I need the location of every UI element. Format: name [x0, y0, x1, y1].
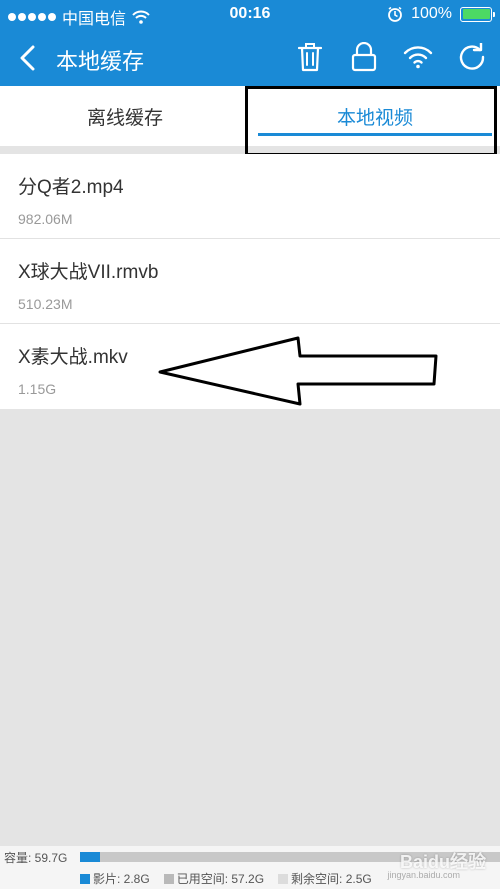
watermark-url: jingyan.baidu.com: [387, 870, 460, 880]
status-right: 100%: [387, 5, 495, 23]
wifi-transfer-button[interactable]: [402, 40, 434, 74]
file-name: 分Q者2.mp4: [18, 177, 124, 198]
legend-label: 已用空间: 57.2G: [176, 872, 265, 886]
refresh-button[interactable]: [456, 40, 488, 74]
wifi-icon: [403, 46, 433, 69]
legend-item-used: 已用空间: 57.2G: [163, 870, 265, 887]
legend-item-free: 剩余空间: 2.5G: [278, 870, 372, 887]
list-item[interactable]: X素大战.mkv 1.15G: [0, 324, 500, 409]
legend-swatch: [80, 873, 90, 884]
storage-panel: 容量: 59.7G 影片: 2.8G 已用空间: 57.2G 剩余空间: 2.5…: [0, 846, 500, 889]
tab-label: 本地视频: [336, 107, 413, 129]
list-item[interactable]: 分Q者2.mp4 982.06M: [0, 154, 500, 239]
tab-active-indicator: [258, 133, 492, 136]
status-bar: 中国电信 00:16 100%: [0, 0, 500, 30]
lock-button[interactable]: [348, 40, 380, 74]
file-size: 510.23M: [18, 296, 73, 312]
tab-local-video[interactable]: 本地视频: [250, 86, 500, 146]
battery-fill: [462, 9, 490, 19]
tab-offline-cache[interactable]: 离线缓存: [0, 86, 250, 146]
file-name: X球大战VII.rmvb: [18, 262, 159, 283]
back-button[interactable]: [12, 42, 42, 74]
storage-capacity-row: 容量: 59.7G: [4, 849, 80, 866]
app-screen: 中国电信 00:16 100% 本地缓存 离线缓存 本地视频 分Q者2.mp4 …: [0, 0, 500, 889]
tab-label: 离线缓存: [86, 107, 163, 129]
trash-icon: [298, 43, 322, 72]
battery-percent: 100%: [411, 5, 452, 22]
legend-item-movies: 影片: 2.8G: [80, 870, 150, 887]
page-title: 本地缓存: [56, 49, 145, 74]
delete-button[interactable]: [294, 40, 326, 74]
file-name: X素大战.mkv: [18, 347, 128, 368]
legend-swatch: [163, 873, 174, 884]
battery-icon: [460, 6, 495, 22]
file-list: 分Q者2.mp4 982.06M X球大战VII.rmvb 510.23M X素…: [0, 154, 500, 409]
nav-actions: [294, 40, 488, 74]
alarm-icon: [388, 6, 402, 22]
chevron-left-icon: [20, 45, 35, 71]
nav-bar: 本地缓存: [0, 30, 500, 86]
file-size: 982.06M: [18, 211, 73, 227]
storage-legend: 影片: 2.8G 已用空间: 57.2G 剩余空间: 2.5G: [80, 870, 372, 887]
legend-swatch: [278, 873, 289, 884]
tab-bar: 离线缓存 本地视频: [0, 86, 500, 146]
legend-label: 剩余空间: 2.5G: [291, 872, 372, 886]
storage-movies-segment: [80, 852, 100, 862]
refresh-icon: [459, 43, 485, 70]
storage-capacity: 容量: 59.7G: [4, 851, 68, 865]
file-size: 1.15G: [18, 381, 57, 397]
legend-label: 影片: 2.8G: [93, 872, 150, 886]
lock-icon: [351, 42, 377, 72]
list-item[interactable]: X球大战VII.rmvb 510.23M: [0, 239, 500, 324]
